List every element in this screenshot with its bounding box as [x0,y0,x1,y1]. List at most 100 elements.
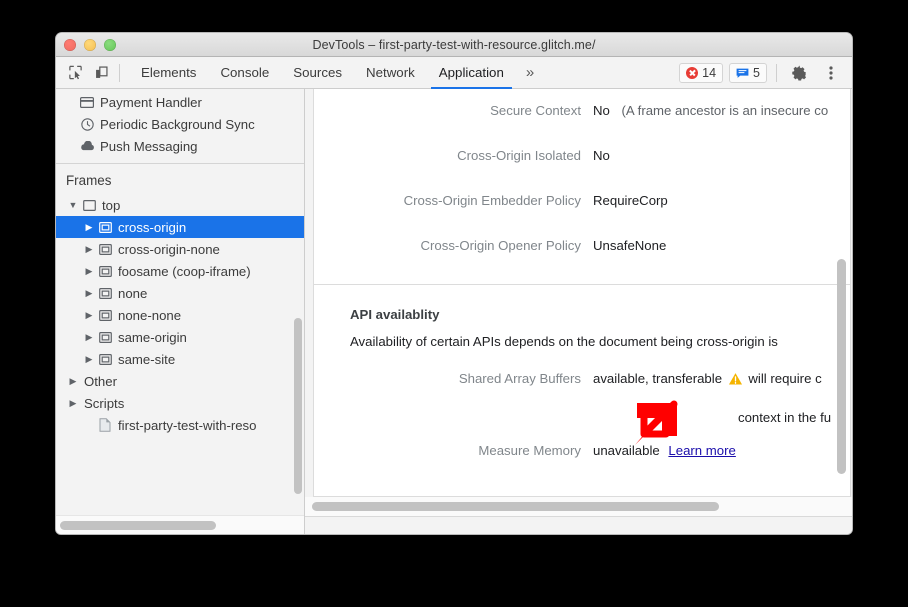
row-coep: Cross-Origin Embedder Policy RequireCorp [314,185,850,230]
cloud-icon [78,141,96,151]
secure-context-value: No [593,103,610,118]
chevron-right-icon[interactable]: ▶ [82,310,96,321]
api-availability-description: Availability of certain APIs depends on … [314,322,850,349]
chevron-right-icon[interactable]: ▶ [82,354,96,365]
sidebar-top-items: Payment Handler Periodic Background Sync [56,89,304,436]
row-cross-origin-isolated: Cross-Origin Isolated No [314,140,850,185]
sidebar-item-none-none[interactable]: ▶ none-none [56,304,304,326]
chevron-right-icon[interactable]: ▶ [82,244,96,255]
devtools-toolbar: Elements Console Sources Network Applica… [56,57,852,89]
iframe-icon [96,266,114,277]
sidebar-item-label: Scripts [80,396,124,411]
message-count-label: 5 [753,66,760,80]
main-vertical-scrollbar[interactable] [837,259,846,474]
sidebar-item-same-site[interactable]: ▶ same-site [56,348,304,370]
tab-application[interactable]: Application [427,57,516,89]
chevron-right-icon[interactable]: ▶ [82,288,96,299]
sidebar-item-label: same-site [114,352,175,367]
row-key: Shared Array Buffers [314,363,581,386]
chevron-right-icon[interactable]: ▶ [66,376,80,387]
row-coop: Cross-Origin Opener Policy UnsafeNone [314,230,850,275]
sidebar-item-none[interactable]: ▶ none [56,282,304,304]
row-value: No (A frame ancestor is an insecure co [581,95,828,118]
device-toolbar-icon[interactable] [88,60,114,86]
iframe-icon [96,332,114,343]
toolbar-right-group: 14 5 [679,57,844,89]
sidebar-horizontal-scrollbar-track [56,515,304,534]
credit-card-icon [78,97,96,108]
row-secure-context: Secure Context No (A frame ancestor is a… [314,95,850,140]
tab-elements[interactable]: Elements [129,57,208,89]
iframe-icon [96,288,114,299]
minimize-window-button[interactable] [84,39,96,51]
sidebar-scroll-area: Payment Handler Periodic Background Sync [56,89,304,515]
measure-memory-value: unavailable [593,443,660,458]
tab-network[interactable]: Network [354,57,427,89]
sidebar-item-label: Other [80,374,117,389]
chevron-right-icon[interactable]: ▶ [82,332,96,343]
tab-sources[interactable]: Sources [281,57,354,89]
chevron-right-icon[interactable]: ▶ [66,398,80,409]
chevron-right-icon[interactable]: ▶ [82,222,96,233]
window-titlebar: DevTools – first-party-test-with-resourc… [56,33,852,57]
traffic-lights [64,39,116,51]
more-tabs-button[interactable]: » [516,57,544,89]
main-footer-strip [305,516,852,534]
frame-icon [80,200,98,211]
message-count-badge[interactable]: 5 [729,63,767,83]
sidebar-item-label: none-none [114,308,181,323]
sidebar-item-label: cross-origin [114,220,186,235]
sidebar-vertical-scrollbar[interactable] [294,318,302,494]
sidebar-item-cross-origin-none[interactable]: ▶ cross-origin-none [56,238,304,260]
row-value: unavailable Learn more [581,435,736,458]
main-horizontal-scrollbar-thumb[interactable] [312,502,719,511]
window-title: DevTools – first-party-test-with-resourc… [312,38,595,52]
sidebar-item-payment-handler[interactable]: Payment Handler [56,91,304,113]
error-count-badge[interactable]: 14 [679,63,723,83]
application-sidebar: Payment Handler Periodic Background Sync [56,89,305,534]
main-horizontal-scrollbar-track [305,497,852,516]
row-value: UnsafeNone [581,230,666,253]
more-vertical-icon[interactable] [818,60,844,86]
row-measure-memory: Measure Memory unavailable Learn more [314,435,850,475]
toolbar-divider-2 [776,64,777,82]
row-shared-array-buffers: Shared Array Buffers available, transfer… [314,363,850,403]
sidebar-item-periodic-background-sync[interactable]: Periodic Background Sync [56,113,304,135]
maximize-window-button[interactable] [104,39,116,51]
chevron-right-icon[interactable]: ▶ [82,266,96,277]
learn-more-link[interactable]: Learn more [668,443,735,458]
row-key: Cross-Origin Embedder Policy [314,185,581,208]
frame-details-panel: Secure Context No (A frame ancestor is a… [305,89,852,534]
sidebar-item-label: Payment Handler [96,95,202,110]
iframe-icon [96,310,114,321]
sidebar-item-other[interactable]: ▶ Other [56,370,304,392]
warning-triangle-icon [728,372,743,389]
sidebar-item-first-party-test[interactable]: first-party-test-with-reso [56,414,304,436]
sidebar-item-label: Push Messaging [96,139,198,154]
inspect-element-icon[interactable] [62,60,88,86]
shared-array-buffers-continuation: context in the fu [314,403,850,425]
sidebar-item-label: none [114,286,147,301]
document-icon [96,418,114,432]
row-value: RequireCorp [581,185,668,208]
sidebar-item-label: top [98,198,120,213]
sidebar-item-push-messaging[interactable]: Push Messaging [56,135,304,157]
row-key: Cross-Origin Opener Policy [314,230,581,253]
close-window-button[interactable] [64,39,76,51]
tab-console[interactable]: Console [208,57,281,89]
row-key: Secure Context [314,95,581,118]
gear-icon[interactable] [786,60,812,86]
sidebar-item-cross-origin[interactable]: ▶ cross-origin [56,216,304,238]
chevron-down-icon[interactable]: ▼ [66,200,80,210]
sidebar-item-foosame[interactable]: ▶ foosame (coop-iframe) [56,260,304,282]
sidebar-horizontal-scrollbar-thumb[interactable] [60,521,216,530]
sidebar-item-scripts[interactable]: ▶ Scripts [56,392,304,414]
error-icon [686,67,698,79]
clock-icon [78,118,96,131]
iframe-icon [96,244,114,255]
sidebar-item-same-origin[interactable]: ▶ same-origin [56,326,304,348]
message-icon [736,68,749,79]
sidebar-item-label: cross-origin-none [114,242,220,257]
sidebar-item-top[interactable]: ▼ top [56,194,304,216]
row-key: Cross-Origin Isolated [314,140,581,163]
